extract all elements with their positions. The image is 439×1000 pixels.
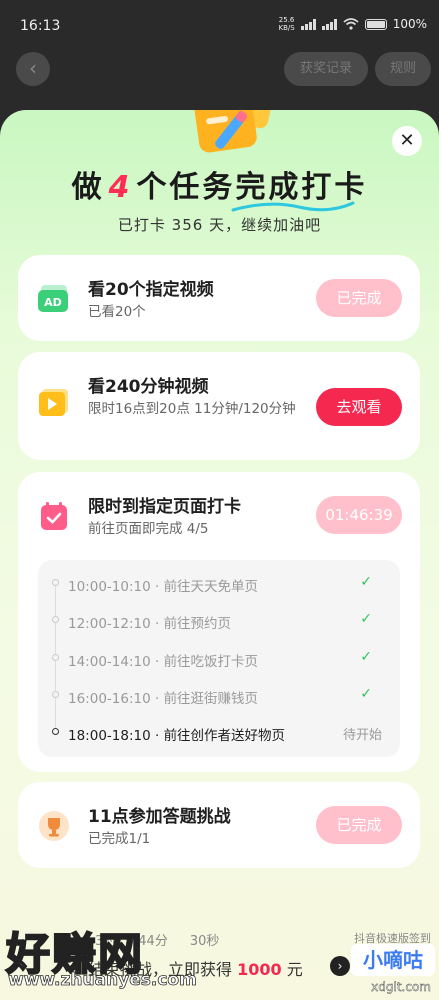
sheet-title: 做 4 个任务完成打卡	[0, 162, 439, 212]
checkin-streak: 已打卡 356 天，继续加油吧	[117, 216, 322, 234]
ad-icon: AD	[38, 285, 68, 312]
check-icon: ✓	[360, 649, 372, 665]
chevron-right-icon[interactable]: ›	[330, 956, 350, 976]
timeline-item[interactable]: 14:00-14:10 · 前往吃饭打卡页 ✓	[38, 640, 400, 676]
timeline-text: 12:00-12:10 · 前往预约页	[68, 616, 232, 632]
task-progress: 已看20个	[88, 304, 146, 320]
chevron-left-icon: ‹	[29, 56, 37, 80]
award-records-button[interactable]: 获奖记录	[284, 52, 368, 86]
back-button[interactable]: ‹	[16, 52, 50, 86]
title-prefix: 做	[71, 170, 105, 205]
title-middle: 个任务	[136, 170, 236, 205]
underline-swoosh-icon	[231, 201, 355, 212]
task-progress: 已完成1/1	[88, 831, 151, 847]
task-count: 4	[108, 170, 133, 205]
task-card-page-checkin: 限时到指定页面打卡 前往页面即完成 4/5 01:46:39 10:00-10:…	[18, 472, 420, 772]
timeline-dot	[52, 579, 59, 586]
battery-icon	[364, 18, 387, 30]
task-done-button[interactable]: 已完成	[316, 806, 402, 844]
countdown-seconds: 30秒	[189, 934, 220, 949]
task-card-quiz: 11点参加答题挑战 已完成1/1 已完成	[18, 782, 420, 868]
countdown-button[interactable]: 01:46:39	[316, 496, 402, 534]
checkin-timeline: 10:00-10:10 · 前往天天免单页 ✓ 12:00-12:10 · 前往预…	[38, 560, 400, 757]
task-title: 11点参加答题挑战	[88, 807, 231, 827]
timeline-text: 16:00-16:10 · 前往逛街赚钱页	[68, 691, 259, 707]
network-speed-value: 25.6	[278, 16, 295, 24]
task-progress: 前往页面即完成 4/5	[88, 521, 209, 537]
wifi-icon	[343, 18, 359, 30]
close-button[interactable]: ✕	[392, 126, 422, 156]
timeline-dot	[52, 654, 59, 661]
video-icon	[39, 389, 68, 416]
timeline-text: 10:00-10:10 · 前往天天免单页	[68, 579, 259, 595]
timeline-item[interactable]: 12:00-12:10 · 前往预约页 ✓	[38, 602, 400, 638]
check-icon: ✓	[360, 574, 372, 590]
timeline-text: 18:00-18:10 · 前往创作者送好物页	[68, 728, 286, 744]
task-sheet: ✕ 做 4 个任务完成打卡 已打卡 356 天，继续加油吧 AD 看20个指定视频 …	[0, 110, 439, 1000]
timeline-dot	[52, 616, 59, 623]
timeline-item[interactable]: 16:00-16:10 · 前往逛街赚钱页 ✓	[38, 677, 400, 713]
go-watch-button[interactable]: 去观看	[316, 388, 402, 426]
network-speed: 25.6 KB/S	[278, 16, 294, 32]
pending-status: 待开始	[342, 728, 382, 743]
title-highlight: 完成打卡	[231, 162, 367, 212]
calendar-icon	[41, 502, 67, 530]
checkin-illustration-icon	[193, 110, 276, 153]
task-card-videos: AD 看20个指定视频 已看20个 已完成	[18, 255, 420, 341]
timeline-dot	[52, 728, 59, 735]
timeline-item[interactable]: 10:00-10:10 · 前往天天免单页 ✓	[38, 565, 400, 601]
task-done-button[interactable]: 已完成	[316, 279, 402, 317]
svg-text:AD: AD	[44, 296, 62, 309]
timeline-item-active[interactable]: 18:00-18:10 · 前往创作者送好物页 待开始	[38, 714, 400, 750]
task-title: 限时到指定页面打卡	[88, 497, 241, 517]
task-card-watch-minutes: 看240分钟视频 限时16点到20点 11分钟/120分钟 去观看	[18, 352, 420, 460]
check-icon: ✓	[360, 686, 372, 702]
status-time: 16:13	[20, 18, 61, 34]
trophy-icon	[39, 811, 69, 841]
watermark-site: xdglt.com	[371, 980, 431, 994]
watermark-url: www.zhuanyes.com	[8, 970, 198, 991]
signal-icon	[300, 18, 316, 30]
watermark-badge: 小嘀咕	[351, 944, 435, 976]
timeline-text: 14:00-14:10 · 前往吃饭打卡页	[68, 654, 259, 670]
task-title: 看20个指定视频	[88, 280, 214, 300]
prize-amount: 1000	[237, 960, 282, 979]
status-icons: 25.6 KB/S 100%	[278, 16, 427, 32]
prize-unit: 元	[286, 960, 303, 979]
network-speed-unit: KB/S	[278, 24, 295, 32]
battery-level: 100%	[392, 17, 427, 31]
close-icon: ✕	[399, 130, 415, 151]
rules-button[interactable]: 规则	[375, 52, 431, 86]
task-title: 看240分钟视频	[88, 377, 209, 397]
task-progress: 限时16点到20点 11分钟/120分钟	[88, 401, 296, 417]
signal-icon-2	[321, 18, 337, 30]
status-bar: 16:13 25.6 KB/S 100%	[0, 0, 439, 44]
timeline-dot	[52, 691, 59, 698]
check-icon: ✓	[360, 611, 372, 627]
